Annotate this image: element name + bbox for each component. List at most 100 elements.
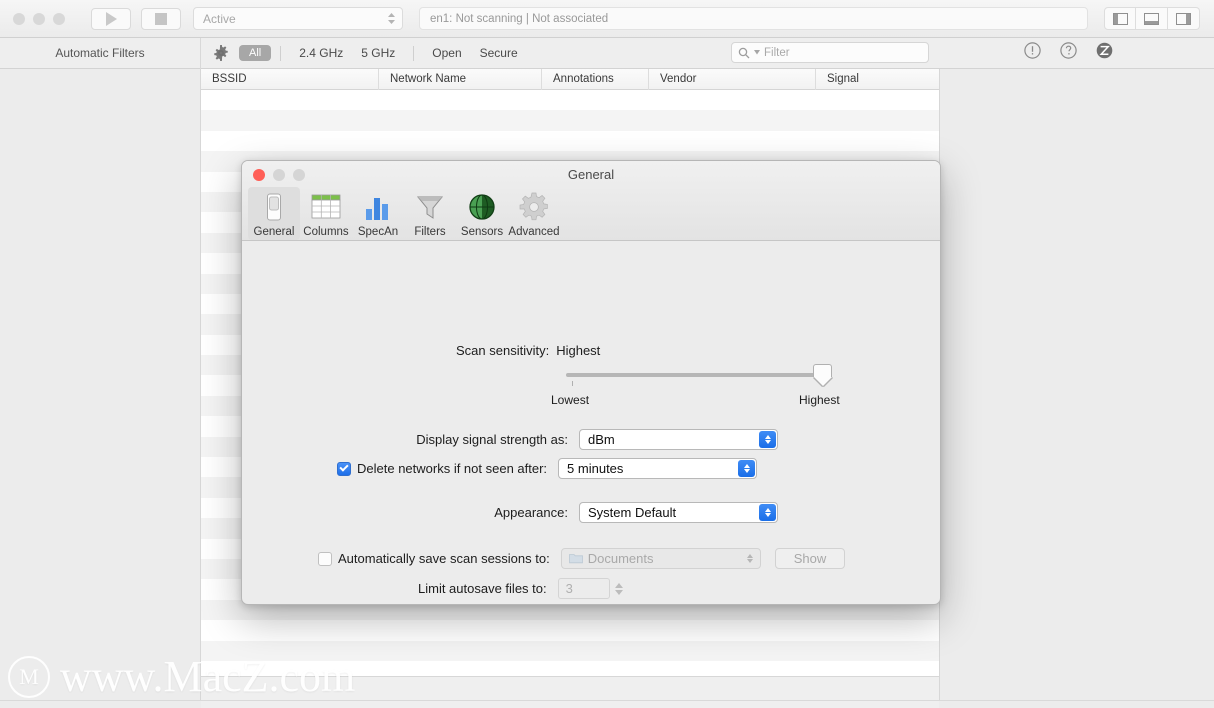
left-sidebar-panel [0, 69, 201, 700]
dialog-content: Scan sensitivity: Highest Lowest Highest… [242, 241, 940, 604]
tab-advanced-label: Advanced [508, 226, 560, 238]
gear-icon [519, 191, 549, 223]
table-row[interactable] [201, 661, 939, 676]
stepper-icon [759, 504, 776, 521]
search-icon [738, 47, 750, 58]
table-row[interactable] [201, 110, 939, 131]
appearance-row: Appearance: System Default [342, 502, 882, 523]
segment-5ghz[interactable]: 5 GHz [352, 44, 404, 62]
scan-sensitivity-slider[interactable] [566, 364, 832, 386]
column-header-bssid[interactable]: BSSID [201, 69, 379, 90]
column-header-signal[interactable]: Signal [816, 69, 939, 90]
autosave-checkbox[interactable] [318, 551, 332, 566]
stepper-icon [759, 431, 776, 448]
tab-sensors[interactable]: Sensors [456, 187, 508, 240]
help-circle-icon[interactable] [1060, 42, 1077, 59]
scan-mode-value: Active [203, 11, 236, 26]
slider-thumb[interactable] [813, 364, 832, 386]
segment-open[interactable]: Open [423, 44, 470, 62]
tab-specan-label: SpecAn [357, 226, 399, 238]
limit-autosave-row: Limit autosave files to: 3 [418, 578, 623, 599]
tab-sensors-label: Sensors [460, 226, 504, 238]
scan-sensitivity-row: Scan sensitivity: Highest [456, 343, 600, 358]
delete-networks-value: 5 minutes [567, 461, 624, 476]
appearance-popup[interactable]: System Default [579, 502, 778, 523]
autosave-folder-popup[interactable]: Documents [560, 548, 761, 569]
play-icon [105, 11, 117, 26]
segment-all[interactable]: All [239, 45, 272, 61]
logo-circle-icon[interactable] [1096, 42, 1113, 59]
panel-right-toggle[interactable] [1168, 7, 1200, 30]
chevron-updown-icon [387, 12, 396, 25]
radar-globe-icon [468, 191, 496, 223]
segment-secure[interactable]: Secure [471, 44, 527, 62]
panel-left-toggle[interactable] [1104, 7, 1136, 30]
table-row[interactable] [201, 90, 939, 110]
right-sidebar-panel [939, 69, 1214, 700]
minimize-button[interactable] [33, 12, 45, 25]
scan-mode-popup[interactable]: Active [193, 7, 403, 30]
window-titlebar: Active en1: Not scanning | Not associate… [0, 0, 1214, 38]
stepper-icon [742, 550, 759, 567]
column-header-vendor[interactable]: Vendor [649, 69, 816, 90]
slider-track [566, 373, 824, 377]
table-bottom-bar [201, 676, 939, 708]
alert-circle-icon[interactable] [1024, 42, 1041, 59]
autosave-label: Automatically save scan sessions to: [338, 551, 550, 566]
zoom-button[interactable] [53, 12, 65, 25]
slider-min-label: Lowest [551, 393, 590, 407]
delete-networks-checkbox[interactable] [337, 461, 351, 476]
segment-2-4ghz[interactable]: 2.4 GHz [290, 44, 352, 62]
chevron-down-icon [754, 50, 760, 55]
delete-networks-label: Delete networks if not seen after: [357, 461, 548, 476]
segment-divider [280, 45, 282, 61]
column-header-annotations[interactable]: Annotations [542, 69, 649, 90]
signal-strength-value: dBm [588, 432, 615, 447]
band-filter-segments: All 2.4 GHz 5 GHz Open Secure [239, 44, 527, 62]
tab-specan[interactable]: SpecAn [352, 187, 404, 240]
limit-autosave-field[interactable]: 3 [557, 578, 610, 599]
signal-strength-popup[interactable]: dBm [579, 429, 778, 450]
show-button[interactable]: Show [774, 548, 846, 569]
interface-status-field: en1: Not scanning | Not associated [419, 7, 1088, 30]
scan-sensitivity-value: Highest [556, 343, 601, 358]
automatic-filters-label: Automatic Filters [55, 46, 145, 60]
slider-tick [572, 381, 573, 386]
stop-icon [155, 12, 167, 25]
tab-general-label: General [253, 226, 295, 238]
autosave-folder-value: Documents [587, 551, 654, 566]
gear-icon[interactable] [213, 45, 229, 61]
interface-status-text: en1: Not scanning | Not associated [430, 12, 609, 25]
tab-general[interactable]: General [248, 187, 300, 240]
filter-placeholder: Filter [764, 46, 790, 59]
tab-filters[interactable]: Filters [404, 187, 456, 240]
delete-networks-row: Delete networks if not seen after: 5 min… [337, 458, 758, 479]
preferences-dialog: General General Columns SpecAn Filters S… [241, 160, 941, 605]
dialog-title: General [567, 167, 615, 182]
close-button[interactable] [13, 12, 25, 25]
panel-bottom-toggle[interactable] [1136, 7, 1168, 30]
limit-autosave-label: Limit autosave files to: [418, 581, 547, 596]
tab-columns[interactable]: Columns [300, 187, 352, 240]
panel-left-icon [1112, 12, 1128, 25]
play-button[interactable] [91, 7, 131, 30]
filter-search-field[interactable]: Filter [731, 42, 929, 63]
bar-chart-icon [364, 191, 392, 223]
limit-autosave-stepper[interactable] [614, 582, 623, 595]
table-header-row: BSSID Network Name Annotations Vendor Si… [201, 69, 939, 90]
window-traffic-lights [13, 12, 65, 25]
tab-advanced[interactable]: Advanced [508, 187, 560, 240]
toolbar-divider [200, 37, 201, 69]
stop-button[interactable] [141, 7, 181, 30]
table-row[interactable] [201, 131, 939, 151]
column-header-network-name[interactable]: Network Name [379, 69, 542, 90]
table-row[interactable] [201, 640, 939, 661]
delete-networks-popup[interactable]: 5 minutes [558, 458, 758, 479]
table-row[interactable] [201, 620, 939, 640]
tab-columns-label: Columns [303, 226, 349, 238]
signal-strength-row: Display signal strength as: dBm [342, 429, 882, 450]
appearance-value: System Default [588, 505, 677, 520]
scan-sensitivity-label: Scan sensitivity: [456, 343, 550, 358]
app-root: Active en1: Not scanning | Not associate… [0, 0, 1214, 708]
tab-filters-label: Filters [414, 226, 446, 238]
